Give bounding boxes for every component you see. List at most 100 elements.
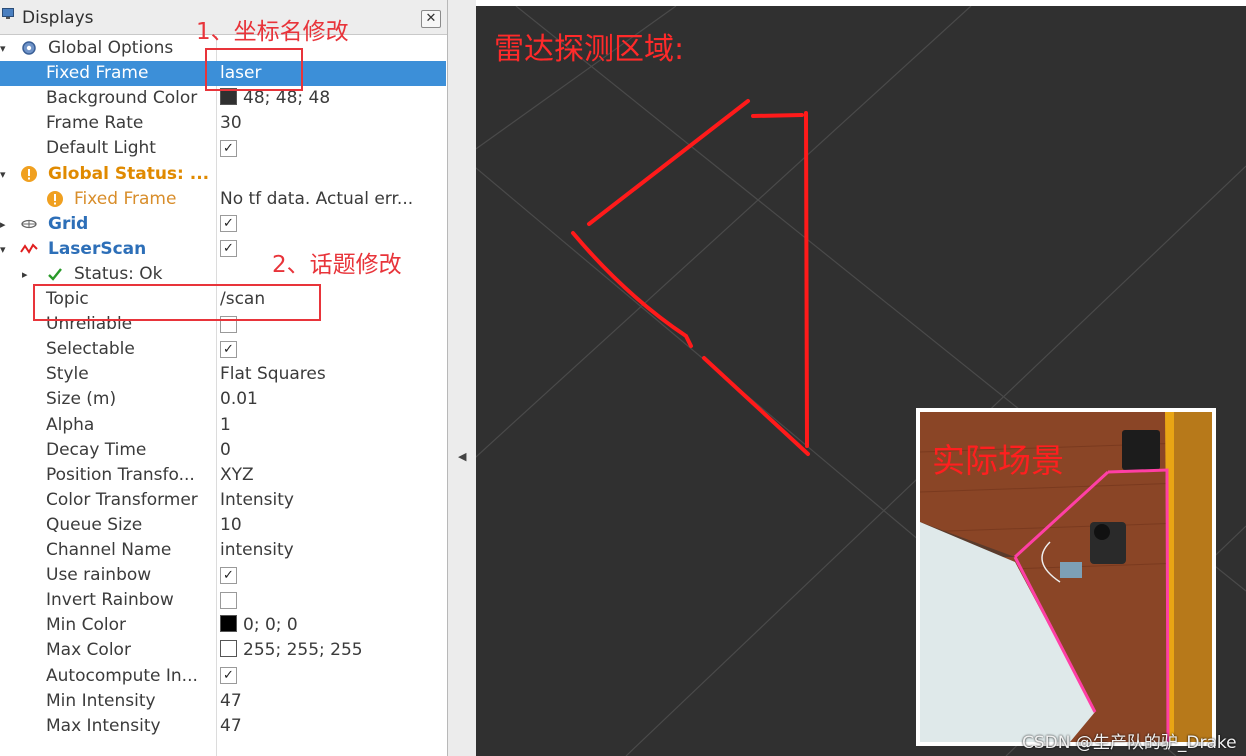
row-invert-rainbow[interactable]: Invert Rainbow	[0, 588, 446, 613]
row-label-unreliable: Unreliable	[46, 314, 133, 335]
row-value-invert-rainbow[interactable]	[220, 590, 237, 610]
row-label-global-status: Global Status: ...	[48, 163, 210, 184]
row-value-color-transformer[interactable]: Intensity	[220, 490, 294, 510]
row-status-fixed-frame[interactable]: Fixed Frame No tf data. Actual err...	[0, 187, 446, 212]
checkbox-checked[interactable]: ✓	[220, 215, 237, 233]
actual-scene-photo: 实际场景	[916, 408, 1216, 746]
row-value-text: 47	[220, 715, 242, 736]
row-value-topic[interactable]: /scan	[220, 289, 265, 309]
row-global-options[interactable]: ▾ Global Options	[0, 36, 446, 61]
row-value-fixed-frame[interactable]: laser	[220, 63, 261, 83]
close-panel-button[interactable]: ✕	[421, 10, 441, 28]
color-swatch[interactable]	[220, 615, 237, 633]
row-value-unreliable[interactable]	[220, 314, 237, 334]
row-fixed-frame[interactable]: Fixed Frame laser	[0, 61, 446, 87]
row-label-decay-time: Decay Time	[46, 439, 147, 460]
gear-icon	[22, 41, 36, 55]
checkbox-checked[interactable]: ✓	[220, 139, 237, 157]
row-laserscan[interactable]: ▾ LaserScan ✓	[0, 237, 446, 262]
checkbox-unchecked[interactable]	[220, 591, 237, 609]
row-value-use-rainbow[interactable]: ✓	[220, 565, 237, 585]
row-position-transformer[interactable]: Position Transfo... XYZ	[0, 463, 446, 488]
collapsed-arrow-icon[interactable]: ▸	[0, 218, 6, 231]
row-background-color[interactable]: Background Color 48; 48; 48	[0, 86, 446, 111]
row-value-text: 255; 255; 255	[243, 640, 363, 661]
row-max-color[interactable]: Max Color 255; 255; 255	[0, 638, 446, 663]
row-value-text: Intensity	[220, 489, 294, 510]
row-label-global-options: Global Options	[48, 38, 174, 58]
color-swatch[interactable]	[220, 88, 237, 106]
row-label-channel-name: Channel Name	[46, 540, 172, 560]
row-selectable[interactable]: Selectable ✓	[0, 337, 446, 362]
row-unreliable[interactable]: Unreliable	[0, 312, 446, 337]
row-style[interactable]: Style Flat Squares	[0, 362, 446, 387]
row-min-color[interactable]: Min Color 0; 0; 0	[0, 613, 446, 638]
row-autocompute[interactable]: Autocompute In... ✓	[0, 664, 446, 689]
laserscan-icon	[20, 243, 38, 254]
checkbox-checked[interactable]: ✓	[220, 667, 237, 684]
row-value-queue-size[interactable]: 10	[220, 515, 242, 535]
displays-panel: Displays ✕ ▾ Global Options Fixed Frame las…	[0, 0, 448, 756]
row-value-style[interactable]: Flat Squares	[220, 364, 326, 384]
collapse-arrow-icon[interactable]: ◀	[458, 450, 466, 463]
row-value-background-color[interactable]: 48; 48; 48	[220, 88, 330, 108]
expanded-arrow-icon[interactable]: ▾	[0, 243, 6, 256]
row-value-frame-rate[interactable]: 30	[220, 113, 242, 133]
row-value-default-light[interactable]: ✓	[220, 138, 237, 158]
warning-icon	[21, 165, 37, 182]
row-size[interactable]: Size (m) 0.01	[0, 387, 446, 412]
row-label-alpha: Alpha	[46, 414, 95, 435]
csdn-watermark: CSDN @生产队的驴_Drake	[1022, 733, 1237, 753]
row-value-status-fixed-frame[interactable]: No tf data. Actual err...	[220, 189, 413, 209]
collapsed-arrow-icon[interactable]: ▸	[22, 268, 28, 281]
color-swatch[interactable]	[220, 640, 237, 658]
row-min-intensity[interactable]: Min Intensity 47	[0, 689, 446, 714]
row-default-light[interactable]: Default Light ✓	[0, 136, 446, 161]
row-value-channel-name[interactable]: intensity	[220, 540, 294, 560]
panel-title: Displays	[22, 8, 94, 28]
row-topic[interactable]: Topic/scan	[0, 287, 446, 312]
monitor-icon	[2, 8, 14, 19]
displays-titlebar: Displays ✕	[0, 0, 447, 35]
row-label-max-intensity: Max Intensity	[46, 715, 161, 736]
row-use-rainbow[interactable]: Use rainbow ✓	[0, 563, 446, 588]
row-channel-name[interactable]: Channel Name intensity	[0, 538, 446, 563]
row-value-alpha[interactable]: 1	[220, 415, 231, 435]
row-value-text: No tf data. Actual err...	[220, 188, 414, 209]
row-value-min-intensity[interactable]: 47	[220, 691, 242, 711]
row-max-intensity[interactable]: Max Intensity 47	[0, 714, 446, 739]
row-frame-rate[interactable]: Frame Rate 30	[0, 111, 446, 136]
row-color-transformer[interactable]: Color Transformer Intensity	[0, 488, 446, 513]
laser-scan-points	[571, 99, 810, 456]
row-value-min-color[interactable]: 0; 0; 0	[220, 615, 298, 635]
row-value-size[interactable]: 0.01	[220, 389, 258, 409]
row-value-position-transformer[interactable]: XYZ	[220, 465, 254, 485]
row-label-min-color: Min Color	[46, 615, 126, 636]
row-label-fixed-frame: Fixed Frame	[46, 63, 149, 84]
checkbox-unchecked[interactable]	[220, 315, 237, 333]
3d-viewport[interactable]: 雷达探测区域: 实际场景	[476, 0, 1246, 756]
row-value-laserscan[interactable]: ✓	[220, 239, 237, 259]
expanded-arrow-icon[interactable]: ▾	[0, 168, 6, 181]
row-label-color-transformer: Color Transformer	[46, 489, 198, 510]
row-value-text: 0; 0; 0	[243, 615, 298, 636]
row-value-autocompute[interactable]: ✓	[220, 666, 237, 686]
row-alpha[interactable]: Alpha 1	[0, 413, 446, 438]
checkbox-checked[interactable]: ✓	[220, 340, 237, 358]
warning-icon	[47, 190, 63, 207]
row-global-status[interactable]: ▾ Global Status: ...	[0, 162, 446, 187]
row-status-ok[interactable]: ▸ Status: Ok	[0, 262, 446, 287]
row-value-selectable[interactable]: ✓	[220, 339, 237, 359]
row-value-grid[interactable]: ✓	[220, 214, 237, 234]
row-label-queue-size: Queue Size	[46, 514, 143, 535]
expanded-arrow-icon[interactable]: ▾	[0, 42, 6, 55]
row-value-decay-time[interactable]: 0	[220, 440, 231, 460]
row-queue-size[interactable]: Queue Size 10	[0, 513, 446, 538]
row-value-max-color[interactable]: 255; 255; 255	[220, 640, 363, 660]
checkbox-checked[interactable]: ✓	[220, 566, 237, 584]
row-grid[interactable]: ▸ Grid ✓	[0, 212, 446, 237]
checkbox-checked[interactable]: ✓	[220, 240, 237, 258]
row-decay-time[interactable]: Decay Time 0	[0, 438, 446, 463]
panel-splitter[interactable]: ◀	[448, 0, 476, 756]
row-value-max-intensity[interactable]: 47	[220, 716, 242, 736]
